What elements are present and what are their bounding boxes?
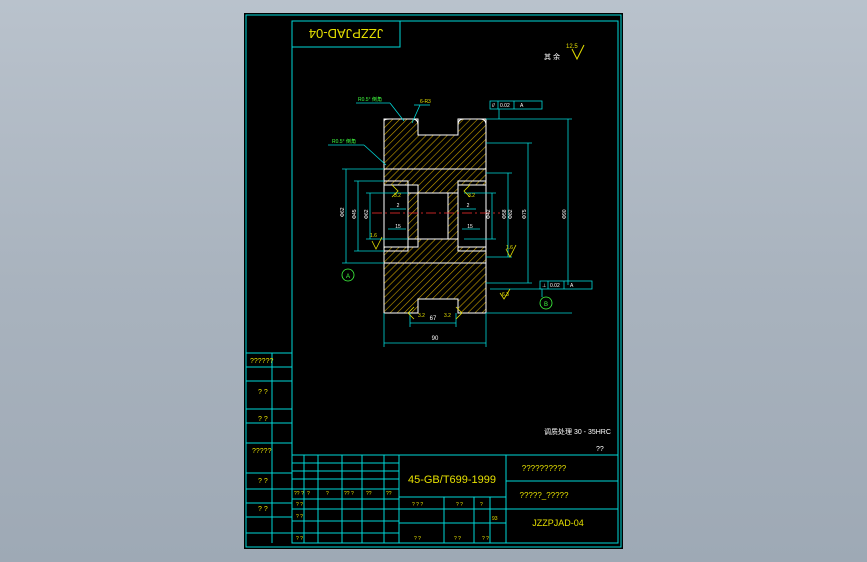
dim-15a: 15 [395, 224, 401, 230]
tb-r1-c5: ?? [366, 491, 372, 497]
dim-d2: Φ45 [352, 209, 358, 219]
tol-bottom-ref: A [570, 283, 574, 289]
dim-d6: Φ90 [562, 209, 568, 219]
tb-r3-c1: ? ? [296, 514, 303, 520]
strip-label-6: ? ? [258, 506, 268, 513]
material-text: 45-GB/T699-1999 [408, 474, 496, 486]
tb-r4-c4: ? ? [414, 536, 421, 542]
tb-r1-c4: ?? ? [344, 491, 354, 497]
datum-b: B [539, 296, 553, 310]
rough-5: 3.2 [418, 313, 425, 319]
tb-r4-c6: ? ? [482, 536, 489, 542]
drawing-number-text: JZZPJAD-04 [532, 518, 584, 528]
rough-3: 1.6 [370, 233, 377, 239]
tol-top-sym: // [492, 103, 495, 109]
tb-r1-c2: ? [307, 491, 310, 497]
dim-d5: Φ75 [522, 209, 528, 219]
tolerance-frame-top: // 0.02 A [489, 100, 543, 110]
dim-d3: Φ62 [364, 209, 370, 219]
strip-label-1: ?????? [250, 358, 273, 365]
tolerance-frame-bottom: ⊥ 0.02 A [539, 280, 593, 290]
strip-label-3: ? ? [258, 416, 268, 423]
strip-label-2: ? ? [258, 389, 268, 396]
dim-d8: Φ82 [508, 209, 514, 219]
drawing-number-mirrored: JZZPJAD-04 [309, 26, 383, 41]
heat-treatment-note: 调质处理 30 - 35HRC [544, 427, 611, 436]
chamfer-size: 6-R3 [420, 99, 431, 105]
dim-width: 90 [432, 336, 439, 342]
datum-a: A [341, 268, 355, 282]
rough-2: 3.2 [468, 193, 475, 199]
tb-r1-c3: ? [326, 491, 329, 497]
dim-d1: Φ62 [340, 207, 346, 217]
part-name-text: ?????????? [522, 464, 567, 473]
chamfer-note-2: R0.5° 倒角 [332, 138, 356, 145]
rough-6: 3.2 [444, 313, 451, 319]
surface-other-value: 12.5 [566, 44, 578, 50]
strip-label-5: ? ? [258, 478, 268, 485]
tol-top-val: 0.02 [500, 103, 510, 109]
mirrored-number-box: JZZPJAD-04 [291, 20, 401, 48]
dim-hub: 67 [430, 316, 437, 322]
title-block-grid [291, 454, 619, 544]
tol-bottom-val: 0.02 [550, 283, 560, 289]
surface-finish-other: 其 余 12.5 [544, 44, 585, 61]
datum-b-label: B [544, 302, 548, 308]
drawing-sheet: JZZPJAD-04 其 余 12.5 ?????? ? ? ? ? ?????… [244, 13, 623, 549]
datum-a-label: A [346, 274, 350, 280]
tb-r1-c6: ?? [386, 491, 392, 497]
tb-r2-c4: ? ? ? [412, 502, 423, 508]
spec-text: ?????_????? [520, 491, 569, 500]
rough-4: 1.6 [506, 245, 513, 251]
tech-req-mark: 其 余 [544, 52, 560, 61]
cad-drawing: JZZPJAD-04 其 余 12.5 ?????? ? ? ? ? ?????… [245, 14, 622, 548]
dim-2a: 2 [397, 203, 400, 209]
chamfer-note-1: R0.5° 倒角 [358, 96, 382, 103]
tb-r1-c1: ?? ? [294, 491, 304, 497]
rough-7: 6.3 [502, 292, 509, 298]
dim-2b: 2 [467, 203, 470, 209]
tb-r2-c5: ? ? [456, 502, 463, 508]
dim-d7: Φ42 [486, 209, 492, 219]
tb-r4-c1: ? ? [296, 536, 303, 542]
section-hatch [383, 118, 487, 314]
dim-15b: 15 [467, 224, 473, 230]
tb-r2-c6: ? [480, 502, 483, 508]
strip-label-4: ????? [252, 448, 272, 455]
weight-col-label: ?? [596, 446, 604, 453]
tol-bottom-sym: ⊥ [542, 283, 546, 289]
tb-r2-c1: ? ? [296, 502, 303, 508]
part-section [372, 118, 500, 314]
tb-r3-c6: 93 [492, 516, 498, 522]
rough-1: 3.2 [394, 193, 401, 199]
tb-r4-c5: ? ? [454, 536, 461, 542]
tol-top-ref: A [520, 103, 524, 109]
